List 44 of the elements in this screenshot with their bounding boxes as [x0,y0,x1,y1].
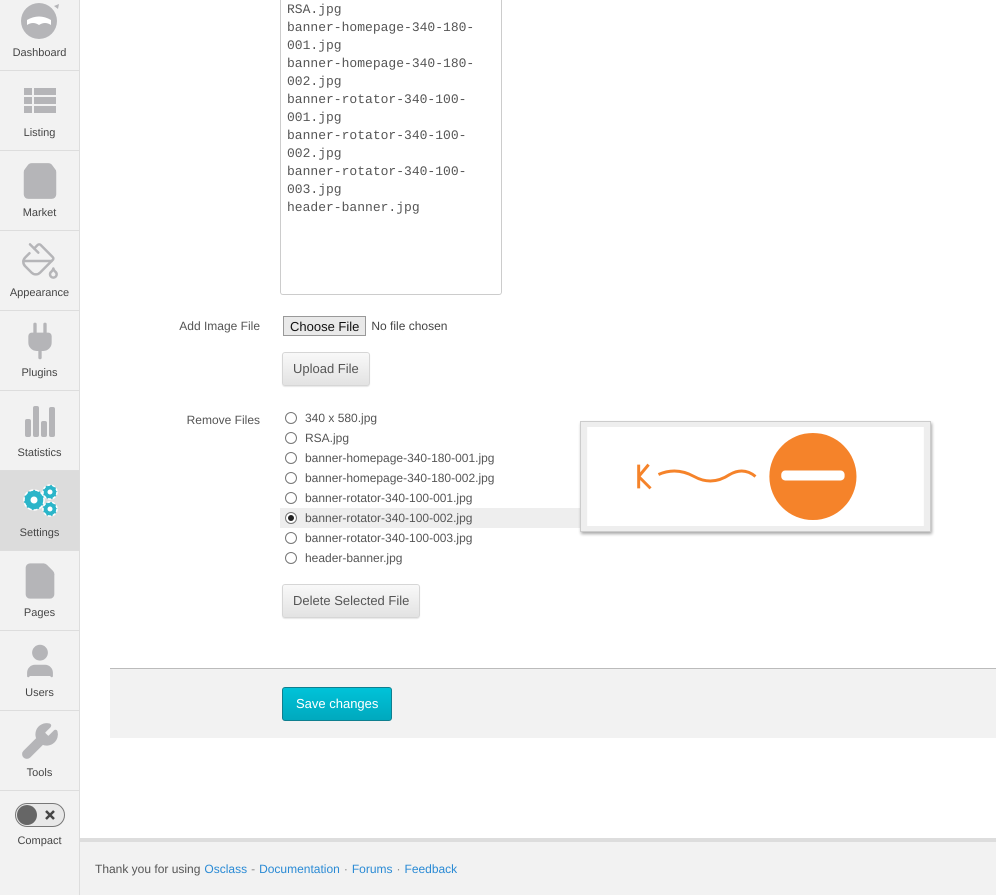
choose-file-button[interactable]: Choose File [283,316,366,336]
radio-button[interactable] [285,492,297,504]
radio-button[interactable] [285,412,297,424]
sidebar-item[interactable]: Dashboard [0,0,79,71]
compact-toggle[interactable] [14,803,64,827]
separator: · [396,860,400,878]
separator: - [251,860,256,878]
file-radio-row[interactable]: banner-homepage-340-180-002.jpg [280,468,580,488]
sidebar-item[interactable]: Appearance [0,231,79,311]
delete-file-button[interactable]: Delete Selected File [282,584,420,618]
file-radio-row[interactable]: 340 x 580.jpg [280,408,580,428]
paint-bucket-icon [20,240,60,280]
wrench-icon [20,720,60,760]
file-list-entry: RSA.jpg [287,1,343,19]
radio-button[interactable] [285,532,297,544]
radio-button[interactable] [285,552,297,564]
file-radio-row[interactable]: banner-rotator-340-100-001.jpg [280,488,580,508]
close-icon [44,810,54,820]
footer-text: Thank you for using [95,860,200,878]
file-list-entry: header-banner.jpg [287,199,421,217]
file-radio-row[interactable]: banner-rotator-340-100-003.jpg [280,528,580,548]
ninja-mask-icon [20,0,60,40]
radio-button[interactable] [285,452,297,464]
sidebar-item[interactable]: Settings [0,471,79,551]
sidebar-item[interactable]: Pages [0,551,79,631]
compact-label: Compact [17,834,62,849]
file-radio-row[interactable]: banner-rotator-340-100-002.jpg [280,508,580,528]
file-list-textarea[interactable]: RSA.jpg banner-homepage-340-180-001.jpg banner-homepage-340-180-002.jpg banner-rotator-340-100-001.jpg banner-rotator-340-100-002.jpg banner-rotator-340-100-003.jpg header-banner.jpg [280,0,502,295]
sidebar-item[interactable]: Users [0,631,79,711]
separator: · [344,860,348,878]
upload-file-button[interactable]: Upload File [282,352,370,386]
file-radio-row[interactable]: header-banner.jpg [280,548,580,568]
field-label: Remove Files [186,412,260,429]
radio-button[interactable] [285,512,297,524]
sidebar-item[interactable]: Plugins [0,311,79,391]
file-radio-row[interactable]: RSA.jpg [280,428,580,448]
file-status: No file chosen [371,318,448,335]
sidebar-item[interactable]: Market [0,151,79,231]
field-label: Add Image File [178,318,260,335]
sidebar-item[interactable]: Tools [0,711,79,791]
radio-button[interactable] [285,432,297,444]
sidebar-item[interactable]: Listing [0,71,79,151]
radio-button[interactable] [285,472,297,484]
file-radio-row[interactable]: banner-homepage-340-180-001.jpg [280,448,580,468]
